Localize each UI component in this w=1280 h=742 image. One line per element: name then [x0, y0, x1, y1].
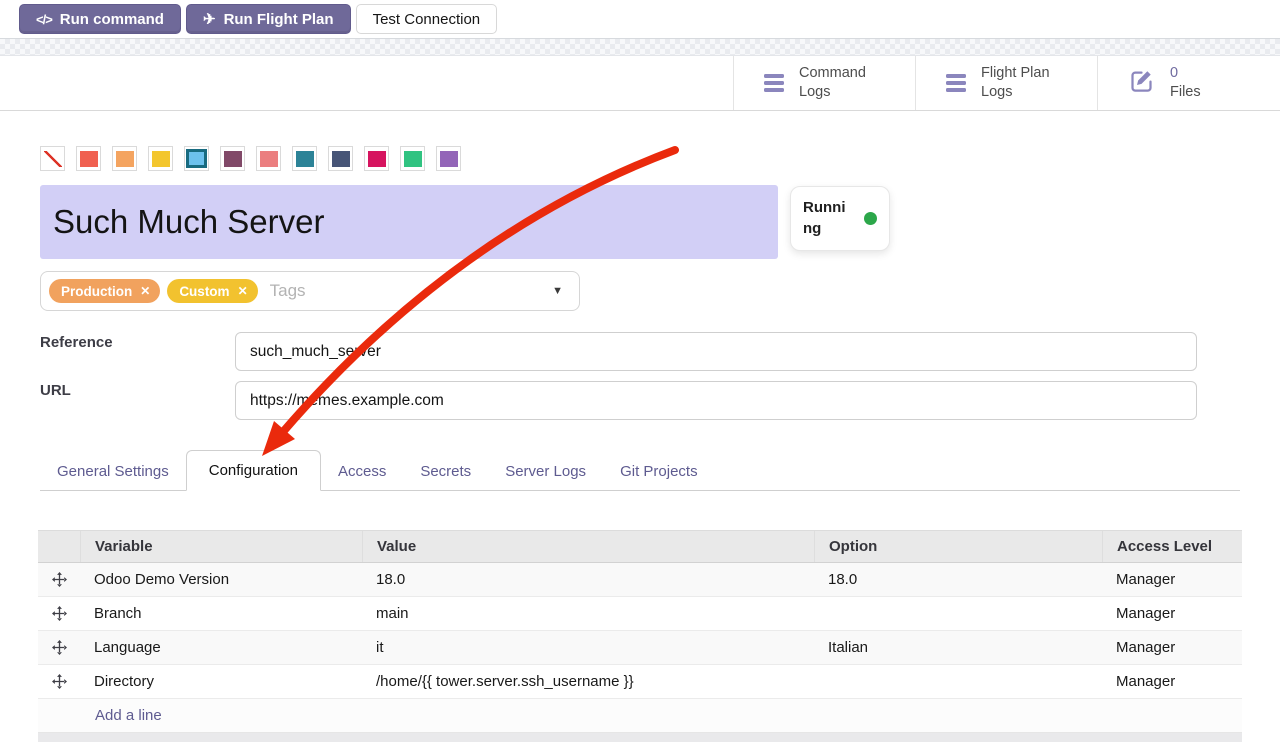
drag-handle-icon[interactable]	[38, 631, 80, 664]
table-row: Directory /home/{{ tower.server.ssh_user…	[38, 665, 1242, 699]
configuration-table: Variable Value Option Access Level Odoo …	[38, 530, 1242, 742]
url-field[interactable]	[235, 381, 1197, 420]
tag-production: Production ✕	[49, 279, 160, 303]
test-connection-label: Test Connection	[373, 11, 481, 28]
cell-value[interactable]: /home/{{ tower.server.ssh_username }}	[362, 665, 814, 698]
color-swatch-5[interactable]	[220, 146, 245, 171]
tag-production-label: Production	[61, 284, 132, 299]
command-logs-label: Command Logs	[799, 64, 866, 102]
tag-custom: Custom ✕	[167, 279, 257, 303]
files-stat-button[interactable]: 0 Files	[1097, 56, 1280, 110]
record-title: Such Much Server	[53, 203, 324, 241]
url-label: URL	[40, 382, 71, 399]
table-row: Branch main Manager	[38, 597, 1242, 631]
color-swatch-2[interactable]	[112, 146, 137, 171]
cell-variable[interactable]: Directory	[80, 665, 362, 698]
tags-placeholder: Tags	[270, 281, 306, 301]
handle-column-header	[38, 531, 80, 562]
form-header-band: Command Logs Flight Plan Logs 0 Files	[0, 56, 1280, 111]
status-dot-green	[864, 212, 877, 225]
table-header-row: Variable Value Option Access Level	[38, 530, 1242, 563]
cell-option[interactable]	[814, 665, 1102, 698]
tab-access[interactable]: Access	[321, 452, 403, 490]
color-swatch-7[interactable]	[292, 146, 317, 171]
color-swatch-10[interactable]	[400, 146, 425, 171]
cell-option[interactable]: Italian	[814, 631, 1102, 664]
record-title-field[interactable]: Such Much Server	[40, 185, 778, 259]
table-row: Odoo Demo Version 18.0 18.0 Manager	[38, 563, 1242, 597]
cell-value[interactable]: 18.0	[362, 563, 814, 596]
list-icon	[764, 74, 784, 92]
chevron-down-icon[interactable]: ▼	[552, 285, 563, 297]
command-logs-stat-button[interactable]: Command Logs	[733, 56, 915, 110]
color-swatch-3[interactable]	[148, 146, 173, 171]
plane-icon: ✈	[203, 10, 216, 28]
run-command-label: Run command	[60, 11, 164, 28]
tags-input[interactable]: Production ✕ Custom ✕ Tags ▼	[40, 271, 580, 311]
column-header-access-level: Access Level	[1102, 531, 1242, 562]
cell-variable[interactable]: Branch	[80, 597, 362, 630]
run-flight-plan-button[interactable]: ✈ Run Flight Plan	[186, 4, 351, 34]
cell-value[interactable]: main	[362, 597, 814, 630]
notebook-tabs: General Settings Configuration Access Se…	[40, 452, 1240, 491]
tab-general-settings[interactable]: General Settings	[40, 452, 186, 490]
separator-strip	[0, 38, 1280, 56]
reference-label: Reference	[40, 334, 113, 351]
column-header-option: Option	[814, 531, 1102, 562]
color-swatch-8[interactable]	[328, 146, 353, 171]
tab-git-projects[interactable]: Git Projects	[603, 452, 715, 490]
color-swatch-none[interactable]	[40, 146, 65, 171]
table-footer-strip	[38, 733, 1242, 742]
cell-variable[interactable]: Odoo Demo Version	[80, 563, 362, 596]
code-icon: </>	[36, 12, 52, 27]
cell-option[interactable]	[814, 597, 1102, 630]
flight-plan-logs-stat-button[interactable]: Flight Plan Logs	[915, 56, 1097, 110]
drag-handle-icon[interactable]	[38, 563, 80, 596]
tag-custom-label: Custom	[179, 284, 229, 299]
cell-value[interactable]: it	[362, 631, 814, 664]
column-header-value: Value	[362, 531, 814, 562]
tab-secrets[interactable]: Secrets	[403, 452, 488, 490]
cell-variable[interactable]: Language	[80, 631, 362, 664]
list-icon	[946, 74, 966, 92]
color-swatch-9[interactable]	[364, 146, 389, 171]
tab-configuration[interactable]: Configuration	[186, 450, 321, 491]
files-stat-label: 0 Files	[1170, 64, 1201, 102]
cell-access-level[interactable]: Manager	[1102, 631, 1242, 664]
color-swatch-1[interactable]	[76, 146, 101, 171]
reference-field[interactable]	[235, 332, 1197, 371]
files-count: 0	[1170, 65, 1178, 81]
remove-tag-icon[interactable]: ✕	[238, 284, 248, 298]
status-button[interactable]: Running	[790, 186, 890, 251]
table-row: Language it Italian Manager	[38, 631, 1242, 665]
cell-access-level[interactable]: Manager	[1102, 563, 1242, 596]
drag-handle-icon[interactable]	[38, 597, 80, 630]
run-flight-plan-label: Run Flight Plan	[224, 11, 334, 28]
add-a-line-link[interactable]: Add a line	[95, 707, 162, 724]
tab-server-logs[interactable]: Server Logs	[488, 452, 603, 490]
add-line-row: Add a line	[38, 699, 1242, 733]
action-toolbar: </> Run command ✈ Run Flight Plan Test C…	[0, 0, 1280, 38]
color-swatch-6[interactable]	[256, 146, 281, 171]
edit-file-icon	[1128, 67, 1155, 99]
server-form-page: </> Run command ✈ Run Flight Plan Test C…	[0, 0, 1280, 742]
remove-tag-icon[interactable]: ✕	[140, 284, 150, 298]
column-header-variable: Variable	[80, 531, 362, 562]
cell-access-level[interactable]: Manager	[1102, 665, 1242, 698]
drag-handle-icon[interactable]	[38, 665, 80, 698]
color-swatch-11[interactable]	[436, 146, 461, 171]
flight-plan-logs-label: Flight Plan Logs	[981, 64, 1050, 102]
color-swatch-4-selected[interactable]	[184, 146, 209, 171]
test-connection-button[interactable]: Test Connection	[356, 4, 498, 34]
cell-option[interactable]: 18.0	[814, 563, 1102, 596]
status-label: Running	[803, 198, 851, 239]
run-command-button[interactable]: </> Run command	[19, 4, 181, 34]
color-palette	[40, 146, 461, 171]
cell-access-level[interactable]: Manager	[1102, 597, 1242, 630]
